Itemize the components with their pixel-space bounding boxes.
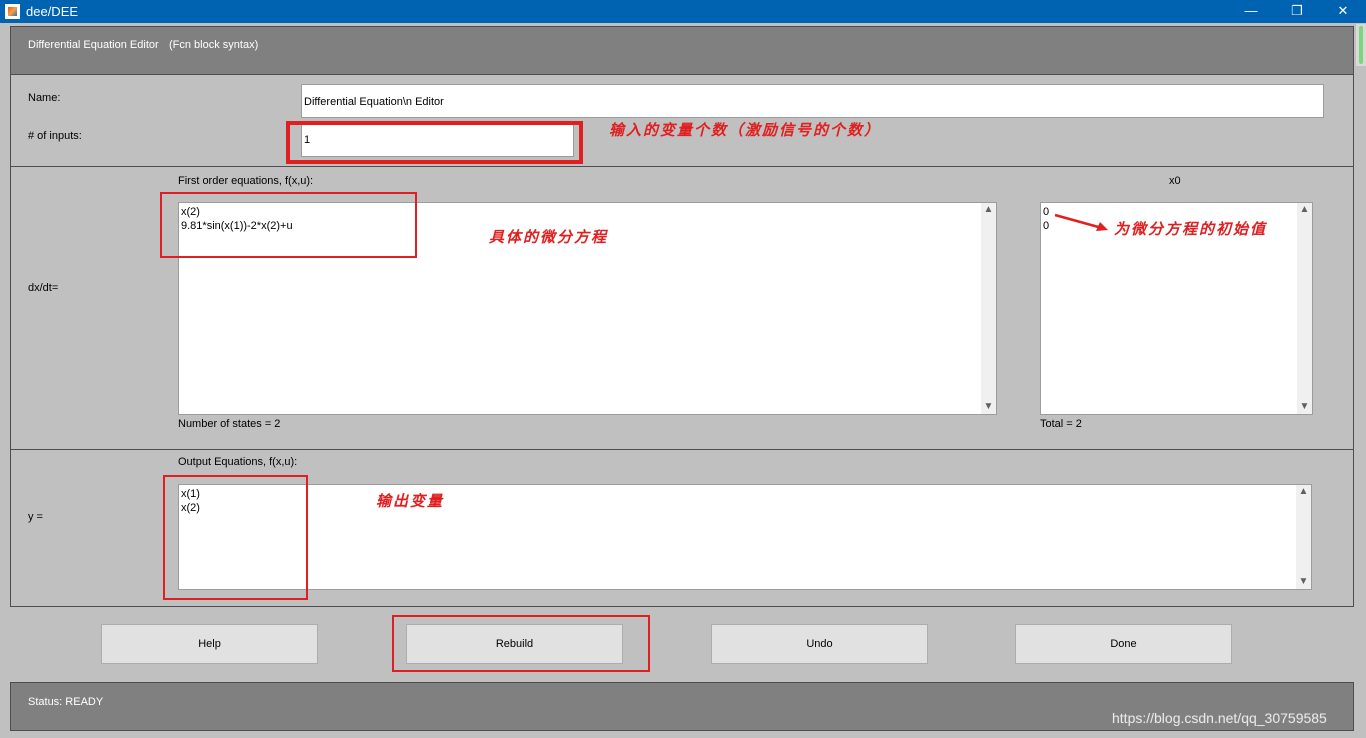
header-title: Differential Equation Editor — [28, 39, 159, 51]
state-equations-scrollbar[interactable]: ▲ ▼ — [981, 203, 996, 414]
x0-scrollbar[interactable]: ▲ ▼ — [1297, 203, 1312, 414]
output-equations-textarea[interactable]: x(1) x(2) ▲ ▼ — [178, 484, 1312, 590]
scroll-up-icon[interactable]: ▲ — [1297, 203, 1312, 217]
window-scrollbar[interactable] — [1356, 24, 1366, 66]
inputs-annotation: 输入的变量个数（激励信号的个数） — [609, 121, 882, 139]
scroll-down-icon[interactable]: ▼ — [981, 400, 996, 414]
header-panel: Differential Equation Editor (Fcn block … — [10, 26, 1354, 75]
scroll-up-icon[interactable]: ▲ — [981, 203, 996, 217]
x0-annotation: 为微分方程的初始值 — [1114, 220, 1268, 238]
undo-button[interactable]: Undo — [711, 624, 928, 664]
name-field[interactable]: Differential Equation\n Editor — [301, 84, 1324, 118]
states-count: Number of states = 2 — [178, 418, 281, 430]
output-highlight-box — [163, 475, 308, 600]
inputs-label: # of inputs: — [28, 130, 82, 142]
scroll-down-icon[interactable]: ▼ — [1296, 575, 1311, 589]
output-equation-line: x(1) — [181, 488, 200, 500]
restore-icon[interactable]: ❐ — [1274, 0, 1320, 23]
name-value: Differential Equation\n Editor — [304, 96, 444, 108]
arrow-icon — [1054, 213, 1108, 231]
first-order-label: First order equations, f(x,u): — [178, 175, 314, 187]
header-subtitle: (Fcn block syntax) — [169, 39, 259, 51]
scroll-down-icon[interactable]: ▼ — [1297, 400, 1312, 414]
rebuild-highlight-box — [392, 615, 650, 672]
y-label: y = — [28, 511, 43, 523]
x0-total: Total = 2 — [1040, 418, 1082, 430]
output-equation-line: x(2) — [181, 502, 200, 514]
minimize-icon[interactable]: — — [1228, 0, 1274, 23]
equations-annotation: 具体的微分方程 — [489, 228, 609, 246]
scroll-up-icon[interactable]: ▲ — [1296, 485, 1311, 499]
window-title: dee/DEE — [26, 4, 79, 19]
name-label: Name: — [28, 92, 61, 104]
output-equations-label: Output Equations, f(x,u): — [178, 456, 298, 468]
inputs-highlight-box — [286, 121, 583, 164]
close-icon[interactable]: ✕ — [1320, 0, 1366, 23]
matlab-icon — [5, 4, 20, 19]
status-text: Status: READY — [28, 696, 104, 708]
output-equations-scrollbar[interactable]: ▲ ▼ — [1296, 485, 1311, 589]
help-button[interactable]: Help — [101, 624, 318, 664]
dxdt-label: dx/dt= — [28, 282, 59, 294]
x0-label: x0 — [1169, 175, 1181, 187]
done-button[interactable]: Done — [1015, 624, 1232, 664]
equations-highlight-box — [160, 192, 417, 258]
window-titlebar: dee/DEE — ❐ ✕ — [0, 0, 1366, 23]
output-annotation: 输出变量 — [376, 492, 445, 510]
watermark-text: https://blog.csdn.net/qq_30759585 — [1112, 710, 1327, 726]
